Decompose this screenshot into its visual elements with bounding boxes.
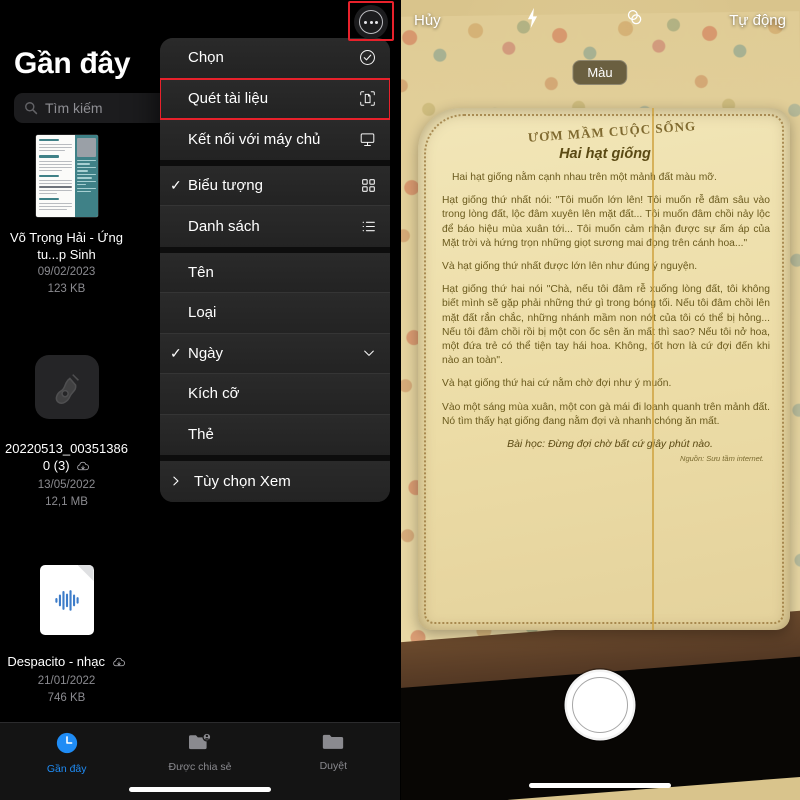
document-paragraph: Và hạt giống thứ nhất được lớn lên như đ… [442,261,698,273]
clock-icon [55,731,79,760]
document-paragraph: Hai hạt giống nằm cạnh nhau trên một mản… [452,172,717,183]
document-paragraph: Và hạt giống thứ hai cứ nằm chờ đợi như … [442,378,672,390]
server-display-icon [356,131,376,148]
file-item[interactable]: Võ Trọng Hải - Ứng tu...p Sinh 09/02/202… [0,132,133,313]
document-paragraph: Vào một sáng mùa xuân, một con gà mái đi… [442,401,770,427]
context-menu-group: Chọn Quét tài liệu Kết nối với máy chủ [160,38,390,160]
document-scanner-icon [356,90,376,107]
file-size: 12,1 MB [45,496,88,508]
file-name: Despacito - nhạc [7,653,125,672]
file-date: 13/05/2022 [37,479,96,491]
file-item[interactable]: Despacito - nhạc 21/01/2022 746 KB [0,556,133,722]
menu-item-kich-co[interactable]: Kích cỡ [160,374,390,415]
chevron-right-leading-icon [170,475,188,487]
context-menu-group: ✓ Biểu tượng Danh sách [160,159,390,247]
document-paragraph: Hạt giống thứ nhất nói: "Tôi muốn lớn lê… [442,195,770,249]
menu-item-label: Tùy chọn Xem [194,472,291,490]
file-name: 20220513_003513860 (3) [3,440,131,476]
camera-top-bar: Hủy Tự động [400,0,800,40]
scanned-document: ƯƠM MẦM CUỘC SỐNG Hai hạt giống Hai hạt … [418,108,790,630]
shared-folder-icon [187,731,213,758]
tab-browse[interactable]: Duyệt [267,731,400,800]
tab-recents[interactable]: Gần đây [0,731,133,800]
folder-icon [321,731,345,757]
audio-document-icon [33,556,101,644]
menu-check-mark: ✓ [170,176,182,193]
annotation-highlight-more-button [348,1,394,41]
file-date: 09/02/2023 [37,266,96,278]
color-mode-badge[interactable]: Màu [572,60,628,85]
menu-item-label: Thẻ [188,426,214,444]
document-scanner-panel: ƯƠM MẦM CUỘC SỐNG Hai hạt giống Hai hạt … [400,0,800,800]
menu-item-chon[interactable]: Chọn [160,38,390,79]
menu-item-quet-tai-lieu[interactable]: Quét tài liệu [160,77,390,120]
document-lesson: Bài học: Đừng đợi chờ bất cứ giây phút n… [507,438,713,451]
auto-mode-button[interactable]: Tự động [729,12,786,29]
grid-icon [356,178,376,193]
file-name: Võ Trọng Hải - Ứng tu...p Sinh [10,230,123,262]
guitar-icon [55,374,79,404]
check-circle-icon [356,49,376,66]
document-thumbnail [33,132,101,220]
file-size: 123 KB [47,283,86,295]
file-size: 746 KB [47,692,86,704]
menu-item-label: Kích cỡ [188,385,240,403]
waveform-icon [54,590,79,611]
shutter-button[interactable] [567,672,633,738]
tab-label: Duyệt [319,760,348,772]
menu-item-label: Loại [188,304,217,322]
menu-item-bieu-tuong[interactable]: ✓ Biểu tượng [160,165,390,206]
icloud-download-icon [112,655,126,672]
tab-label: Gần đây [46,763,87,775]
menu-item-danh-sach[interactable]: Danh sách [160,206,390,247]
filters-overlapping-circles-icon[interactable] [624,7,646,34]
menu-item-ten[interactable]: Tên [160,252,390,293]
menu-item-ngay[interactable]: ✓ Ngày [160,333,390,374]
files-app-panel: Gần đây Tìm kiếm Võ Trọng Hải - Ứng tu..… [0,0,400,800]
file-date: 21/01/2022 [37,675,96,687]
chevron-down-icon [356,346,376,360]
screenshot-stage: Gần đây Tìm kiếm Võ Trọng Hải - Ứng tu..… [0,0,800,800]
search-placeholder: Tìm kiếm [45,100,103,116]
context-menu-group: Tùy chọn Xem [160,455,390,502]
file-item[interactable]: 20220513_003513860 (3) 13/05/2022 12,1 M… [0,343,133,526]
tab-bar: Gần đây Được chia sẻ Duyệt [0,722,400,800]
menu-item-label: Quét tài liệu [188,89,269,107]
home-indicator [529,783,671,788]
search-icon [24,101,38,115]
flash-bolt-icon[interactable] [524,7,541,34]
document-source: Nguồn: Sưu tầm internet. [680,454,764,464]
menu-item-tuy-chon-xem[interactable]: Tùy chọn Xem [160,461,390,502]
tab-label: Được chia sẻ [168,761,232,773]
cancel-button[interactable]: Hủy [414,12,441,29]
list-icon [356,219,376,234]
document-paragraph: Hạt giống thứ hai nói "Chà, nếu tôi đâm … [442,284,770,367]
home-indicator [129,787,271,792]
context-menu[interactable]: Chọn Quét tài liệu Kết nối với máy chủ ✓… [160,38,390,502]
menu-item-label: Danh sách [188,217,260,235]
menu-item-loai[interactable]: Loại [160,293,390,334]
context-menu-group: Tên Loại ✓ Ngày Kích cỡ Thẻ [160,246,390,455]
file-row: Despacito - nhạc 21/01/2022 746 KB [0,556,400,722]
menu-item-label: Ngày [188,344,224,362]
menu-item-label: Biểu tượng [188,176,263,194]
menu-item-label: Kết nối với máy chủ [188,130,321,148]
page-title: Gần đây [14,47,131,80]
menu-item-label: Tên [188,263,214,281]
menu-item-ket-noi-voi-may-chu[interactable]: Kết nối với máy chủ [160,119,390,160]
paper-fold-line [652,108,654,630]
menu-item-label: Chọn [188,49,224,67]
menu-item-the[interactable]: Thẻ [160,414,390,455]
icloud-download-icon [76,459,90,476]
audio-app-icon [33,343,101,431]
panel-divider [400,0,401,800]
menu-check-mark: ✓ [170,344,182,361]
